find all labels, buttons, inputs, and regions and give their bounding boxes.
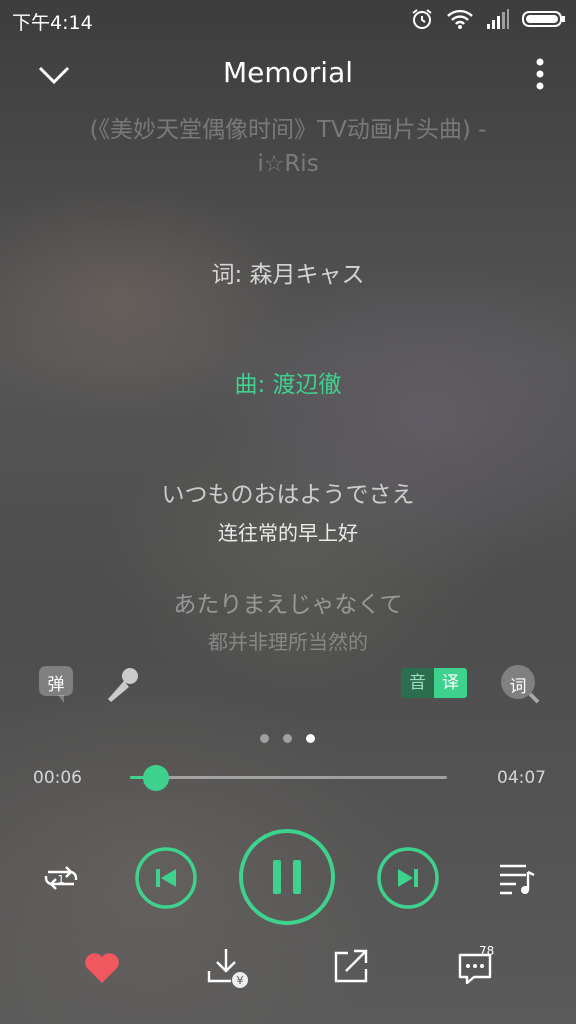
- more-vertical-icon: [536, 58, 544, 90]
- lyric-search-button[interactable]: 词: [500, 664, 540, 704]
- page-dot[interactable]: [260, 734, 269, 743]
- danmaku-button[interactable]: 弹: [38, 665, 76, 703]
- battery-icon: [522, 8, 566, 30]
- elapsed-time: 00:06: [33, 768, 82, 788]
- danmaku-label: 弹: [47, 675, 65, 695]
- playlist-button[interactable]: [494, 858, 540, 898]
- wifi-icon: [446, 8, 474, 30]
- svg-text:1: 1: [58, 873, 65, 886]
- pause-icon: [239, 829, 335, 925]
- original-option[interactable]: 音: [401, 668, 434, 698]
- microphone-icon: [108, 668, 138, 702]
- status-icons: [410, 8, 566, 30]
- like-button[interactable]: [80, 945, 124, 989]
- subtitle-line-1: (《美妙天堂偶像时间》TV动画片头曲) -: [89, 117, 487, 143]
- player-screen: 下午4:14 Memorial (《美妙天堂偶像时间》TV动画片头曲) - i☆…: [0, 0, 576, 1024]
- pause-button[interactable]: [238, 828, 336, 926]
- collapse-button[interactable]: [34, 58, 74, 92]
- lyric-search-label: 词: [509, 677, 527, 697]
- lyric-line-1-translation: 连往常的早上好: [218, 521, 358, 545]
- seek-thumb[interactable]: [143, 765, 169, 791]
- page-dot[interactable]: [283, 734, 292, 743]
- alarm-icon: [410, 8, 434, 30]
- share-button[interactable]: [330, 945, 374, 989]
- page-dot-active[interactable]: [306, 734, 315, 743]
- download-button[interactable]: ¥: [206, 945, 250, 989]
- song-title: Memorial: [222, 56, 354, 89]
- skip-next-icon: [377, 847, 439, 909]
- lyric-lyricist: 词: 森月キャス: [211, 262, 365, 288]
- page-indicator: [260, 734, 315, 743]
- song-subtitle: (《美妙天堂偶像时间》TV动画片头曲) - i☆Ris: [40, 113, 536, 181]
- status-time: 下午4:14: [12, 12, 93, 34]
- subtitle-line-2: i☆Ris: [257, 151, 319, 177]
- translation-option[interactable]: 译: [434, 668, 467, 698]
- lyric-line-2-original: あたりまえじゃなくて: [173, 592, 403, 618]
- lyric-composer-active: 曲: 渡辺徹: [234, 372, 342, 398]
- signal-icon: [486, 8, 510, 30]
- paid-download-icon: ¥: [207, 949, 248, 988]
- more-button[interactable]: [528, 56, 552, 96]
- lyric-line-1-original: いつものおはようでさえ: [161, 482, 415, 508]
- seek-bar[interactable]: [130, 765, 447, 791]
- status-bar: 下午4:14: [0, 0, 576, 40]
- previous-track-button[interactable]: [134, 846, 198, 910]
- next-track-button[interactable]: [376, 846, 440, 910]
- loop-mode-button[interactable]: 1: [38, 858, 84, 898]
- heart-icon: [85, 953, 119, 983]
- translation-toggle[interactable]: 音 译: [401, 668, 467, 698]
- repeat-one-icon: 1: [44, 866, 78, 890]
- svg-text:¥: ¥: [237, 974, 244, 987]
- total-time: 04:07: [497, 768, 546, 788]
- chevron-down-icon: [38, 66, 70, 85]
- share-icon: [334, 949, 368, 983]
- playlist-icon: [500, 864, 535, 895]
- lyric-line-2-translation: 都并非理所当然的: [208, 630, 368, 654]
- skip-previous-icon: [135, 847, 197, 909]
- comment-count-badge: 78: [479, 944, 495, 958]
- karaoke-button[interactable]: [102, 665, 142, 705]
